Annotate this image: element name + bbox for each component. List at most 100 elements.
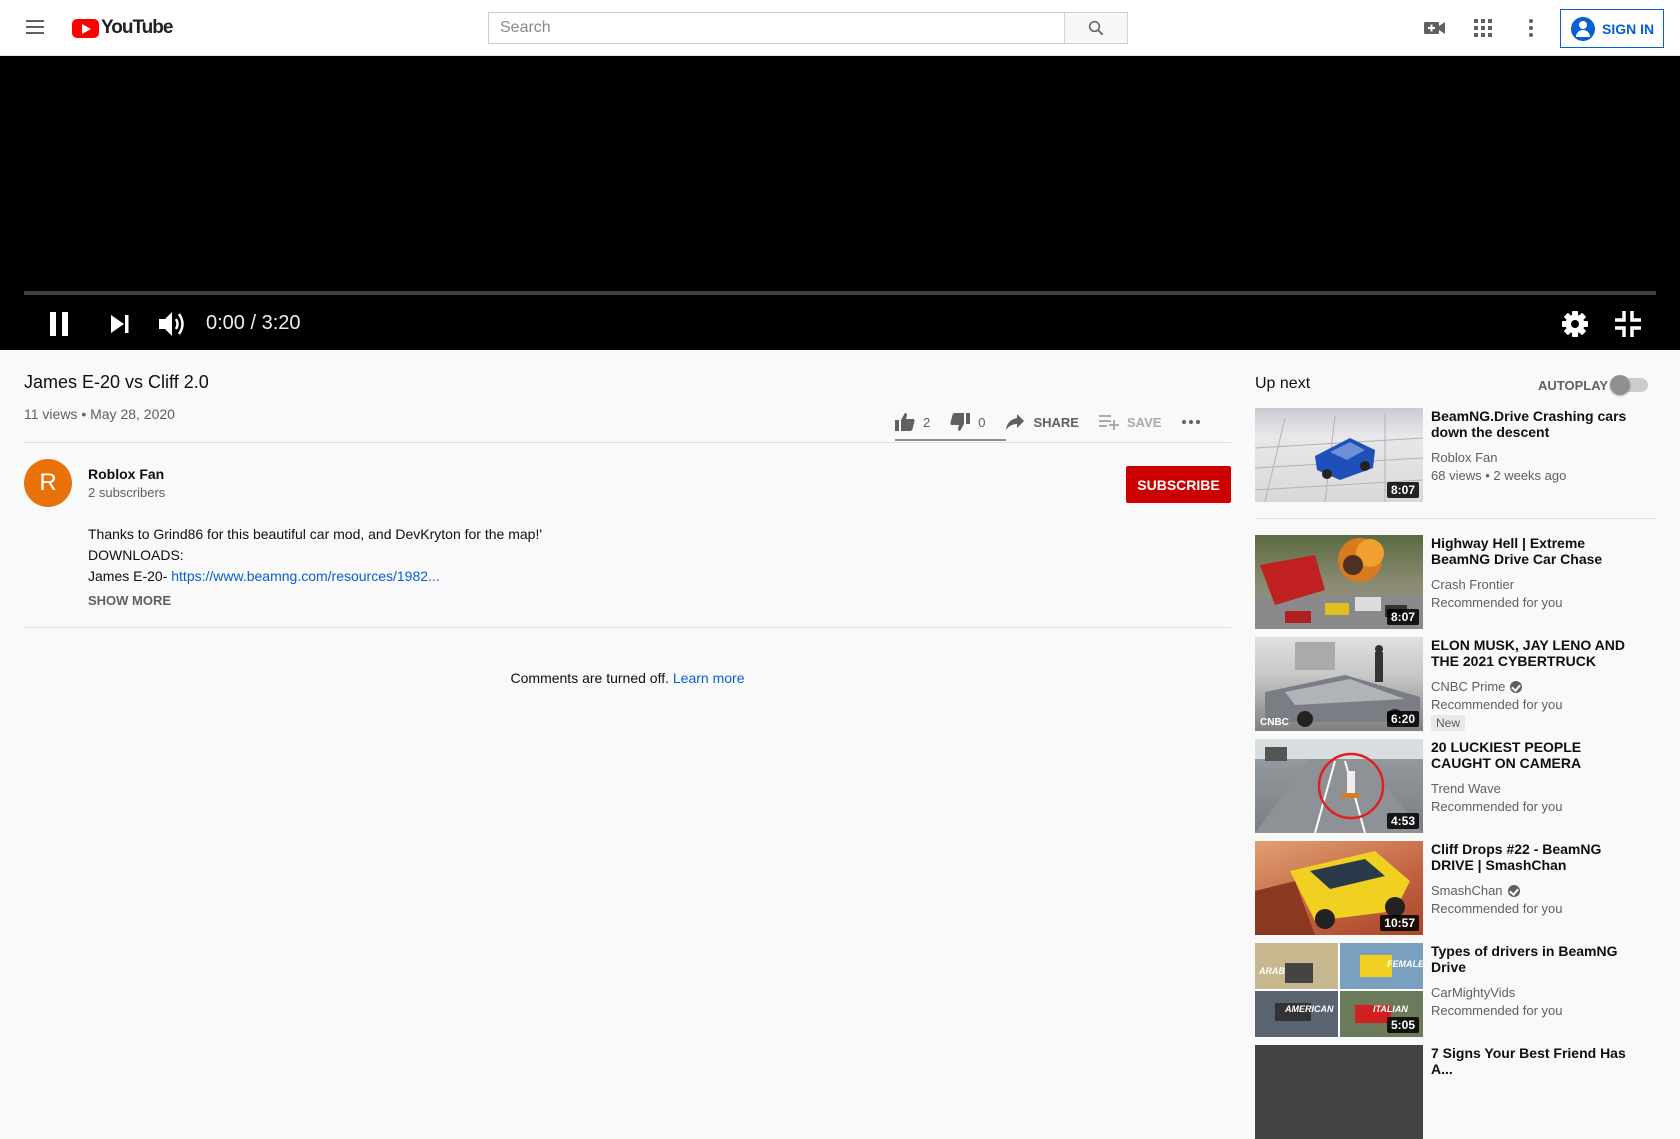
exit-fullscreen-icon bbox=[1615, 311, 1641, 337]
video-meta: Recommended for you bbox=[1431, 595, 1563, 610]
account-icon bbox=[1571, 16, 1595, 41]
progress-bar[interactable] bbox=[24, 291, 1656, 295]
video-duration: 4:53 bbox=[1386, 813, 1419, 829]
subscriber-count: 2 subscribers bbox=[88, 485, 166, 500]
exit-fullscreen-button[interactable] bbox=[1610, 306, 1646, 342]
show-more-button[interactable]: SHOW MORE bbox=[88, 593, 171, 608]
video-thumbnail[interactable]: CNBC 6:20 bbox=[1255, 637, 1423, 731]
video-meta: Recommended for you bbox=[1431, 697, 1563, 712]
share-icon bbox=[1006, 414, 1025, 430]
more-actions-button[interactable] bbox=[1181, 419, 1209, 425]
like-count: 2 bbox=[923, 414, 931, 430]
share-label: SHARE bbox=[1033, 414, 1079, 430]
video-channel: Crash Frontier bbox=[1431, 577, 1515, 592]
verified-icon bbox=[1507, 884, 1520, 897]
video-duration: 5:05 bbox=[1386, 1017, 1419, 1033]
channel-avatar[interactable]: R bbox=[24, 459, 72, 507]
sign-in-label: SIGN IN bbox=[1602, 20, 1655, 37]
menu-icon[interactable] bbox=[22, 16, 48, 40]
video-meta: Recommended for you bbox=[1431, 1003, 1563, 1018]
recommended-video[interactable]: CNBC 6:20 ELON MUSK, JAY LENO AND THE 20… bbox=[1255, 637, 1657, 731]
video-thumbnail[interactable]: 10:57 bbox=[1255, 841, 1423, 935]
video-title[interactable]: Highway Hell | Extreme BeamNG Drive Car … bbox=[1431, 535, 1639, 567]
description-text: James E-20- bbox=[88, 568, 172, 584]
video-title[interactable]: 20 LUCKIEST PEOPLE CAUGHT ON CAMERA bbox=[1431, 739, 1639, 771]
like-button[interactable]: 2 bbox=[895, 412, 930, 432]
settings-button[interactable] bbox=[1557, 306, 1593, 342]
save-button[interactable]: SAVE bbox=[1098, 414, 1162, 430]
video-duration: 6:20 bbox=[1386, 711, 1419, 727]
thumbnail-label: CNBC bbox=[1260, 717, 1289, 728]
video-channel: SmashChan bbox=[1431, 883, 1520, 898]
create-video-icon[interactable] bbox=[1423, 16, 1447, 40]
video-channel: Roblox Fan bbox=[1431, 450, 1498, 465]
youtube-logo[interactable]: YouTube bbox=[72, 17, 173, 39]
search-button[interactable] bbox=[1064, 12, 1128, 44]
video-description: Thanks to Grind86 for this beautiful car… bbox=[88, 524, 542, 587]
up-next-video[interactable]: 8:07 BeamNG.Drive Crashing cars down the… bbox=[1255, 408, 1657, 502]
video-thumbnail[interactable]: 4:53 bbox=[1255, 739, 1423, 833]
video-title[interactable]: Cliff Drops #22 - BeamNG DRIVE | SmashCh… bbox=[1431, 841, 1639, 873]
gear-icon bbox=[1562, 311, 1588, 337]
learn-more-link[interactable]: Learn more bbox=[673, 670, 745, 686]
sentiment-bar bbox=[895, 439, 1006, 441]
logo-text: YouTube bbox=[101, 17, 173, 38]
subscribe-button[interactable]: SUBSCRIBE bbox=[1126, 466, 1231, 503]
more-vert-icon[interactable] bbox=[1519, 16, 1543, 40]
sign-in-button[interactable]: SIGN IN bbox=[1560, 9, 1664, 48]
playlist-add-icon bbox=[1098, 415, 1119, 430]
search-icon bbox=[1088, 20, 1104, 36]
new-badge: New bbox=[1431, 715, 1466, 731]
autoplay-toggle[interactable] bbox=[1610, 375, 1648, 395]
search-bar: Search bbox=[488, 12, 1128, 44]
video-channel: Trend Wave bbox=[1431, 781, 1501, 796]
pause-icon bbox=[50, 312, 68, 336]
skip-next-icon bbox=[111, 315, 129, 333]
video-thumbnail[interactable]: 8:07 bbox=[1255, 408, 1423, 502]
comments-notice: Comments are turned off. Learn more bbox=[0, 670, 1255, 686]
time-display: 0:00 / 3:20 bbox=[206, 312, 301, 334]
description-line: Thanks to Grind86 for this beautiful car… bbox=[88, 526, 543, 542]
video-actions: 2 0 SHARE SAVE bbox=[895, 402, 1229, 442]
up-next-heading: Up next bbox=[1255, 375, 1311, 392]
autoplay-label: AUTOPLAY bbox=[1538, 378, 1609, 393]
search-input[interactable]: Search bbox=[488, 12, 1064, 44]
video-duration: 8:07 bbox=[1386, 609, 1419, 625]
share-button[interactable]: SHARE bbox=[1005, 413, 1079, 431]
divider bbox=[24, 442, 1231, 443]
volume-icon bbox=[159, 312, 184, 336]
video-title[interactable]: Types of drivers in BeamNG Drive bbox=[1431, 943, 1639, 975]
dislike-count: 0 bbox=[978, 414, 986, 430]
recommended-video[interactable]: 8:07 Highway Hell | Extreme BeamNG Drive… bbox=[1255, 535, 1657, 629]
description-line: DOWNLOADS: bbox=[88, 547, 184, 563]
recommended-video[interactable]: ARAB FEMALE AMERICAN ITALIAN 5:05 Types … bbox=[1255, 943, 1657, 1037]
more-horiz-icon bbox=[1182, 420, 1201, 424]
thumbnail-label: ITALIAN bbox=[1373, 1004, 1408, 1014]
youtube-play-icon bbox=[72, 18, 99, 38]
video-thumbnail[interactable]: ARAB FEMALE AMERICAN ITALIAN 5:05 bbox=[1255, 943, 1423, 1037]
dislike-button[interactable]: 0 bbox=[950, 412, 985, 432]
video-thumbnail[interactable]: 8:07 bbox=[1255, 535, 1423, 629]
thumbnail-label: AMERICAN bbox=[1285, 1004, 1334, 1014]
next-button[interactable] bbox=[102, 306, 138, 342]
save-label: SAVE bbox=[1126, 414, 1162, 430]
recommended-video[interactable]: 7 Signs Your Best Friend Has A... bbox=[1255, 1045, 1657, 1139]
video-player[interactable]: 0:00 / 3:20 bbox=[0, 56, 1680, 350]
verified-icon bbox=[1510, 680, 1523, 693]
apps-grid-icon[interactable] bbox=[1471, 16, 1495, 40]
recommended-video[interactable]: 10:57 Cliff Drops #22 - BeamNG DRIVE | S… bbox=[1255, 841, 1657, 935]
toggle-knob bbox=[1610, 375, 1630, 395]
pause-button[interactable] bbox=[41, 306, 77, 342]
video-title[interactable]: BeamNG.Drive Crashing cars down the desc… bbox=[1431, 408, 1639, 440]
recommended-video[interactable]: 4:53 20 LUCKIEST PEOPLE CAUGHT ON CAMERA… bbox=[1255, 739, 1657, 833]
masthead: YouTube Search SIGN IN bbox=[0, 0, 1680, 56]
thumbnail-label: ARAB bbox=[1259, 966, 1285, 976]
volume-button[interactable] bbox=[154, 306, 190, 342]
video-meta: Recommended for you bbox=[1431, 901, 1563, 916]
description-link[interactable]: https://www.beamng.com/resources/1982... bbox=[171, 568, 439, 584]
video-duration: 8:07 bbox=[1386, 482, 1419, 498]
video-thumbnail[interactable] bbox=[1255, 1045, 1423, 1139]
video-title[interactable]: ELON MUSK, JAY LENO AND THE 2021 CYBERTR… bbox=[1431, 637, 1639, 671]
channel-name[interactable]: Roblox Fan bbox=[88, 466, 164, 482]
thumbnail-label: FEMALE bbox=[1387, 959, 1423, 969]
